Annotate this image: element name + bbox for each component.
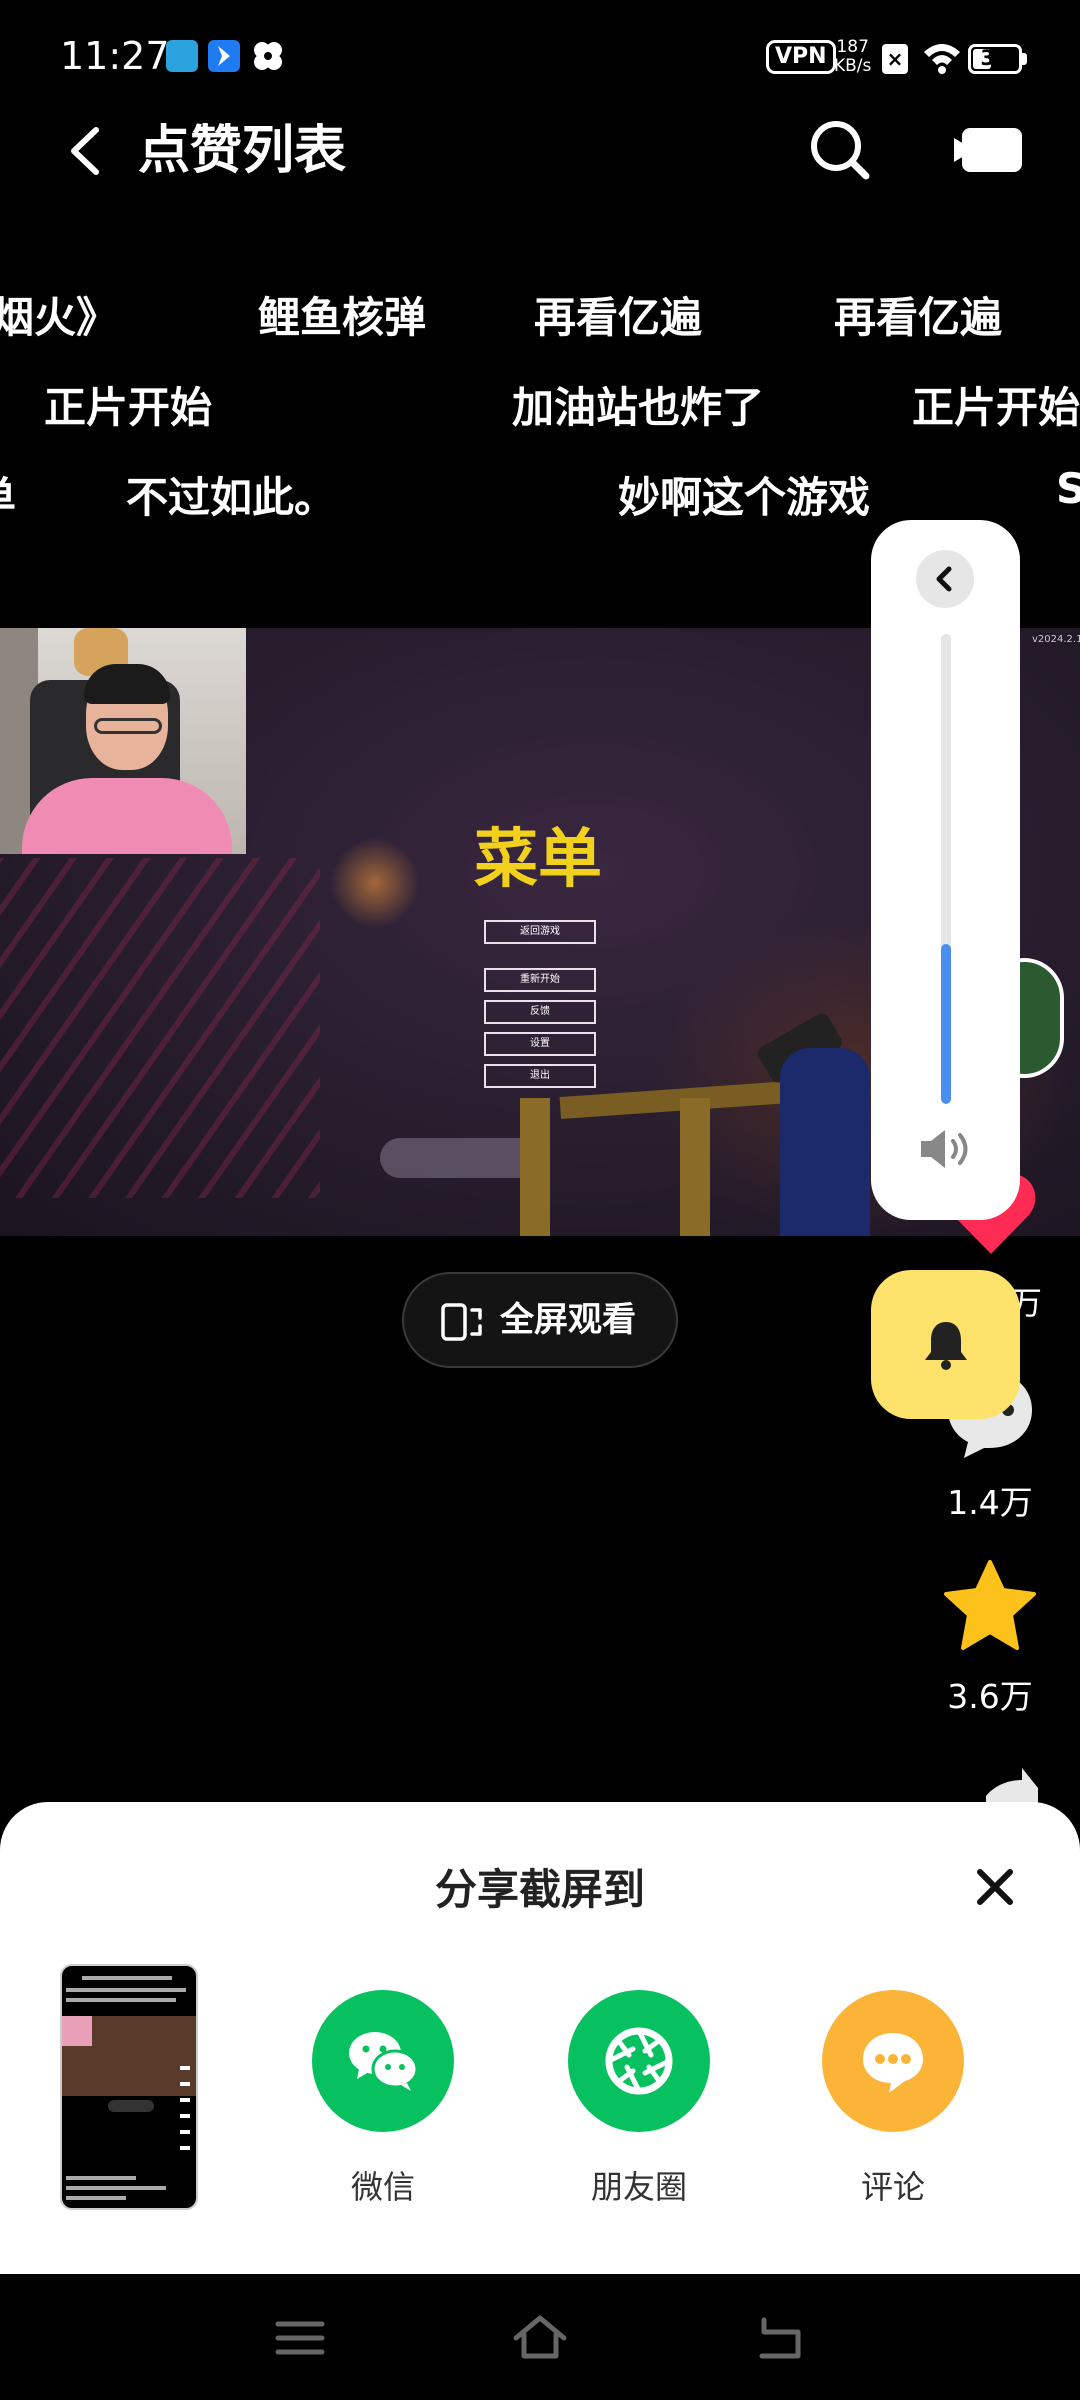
game-menu-button: 反馈 bbox=[484, 1000, 596, 1024]
danmaku-comment: 再看亿遍 bbox=[834, 293, 1003, 342]
danmaku-comment: S bbox=[1056, 464, 1080, 513]
game-version: v2024.2.1 bbox=[1032, 634, 1080, 645]
back-nav-icon[interactable] bbox=[750, 2308, 810, 2368]
webcam-person-hair bbox=[84, 664, 170, 704]
game-menu-button: 返回游戏 bbox=[484, 920, 596, 944]
comment-bubble-icon bbox=[822, 1990, 964, 2132]
speaker-icon[interactable] bbox=[917, 1126, 973, 1176]
scene-post bbox=[680, 1098, 710, 1236]
danmaku-comment: 再看亿遍 bbox=[534, 293, 703, 342]
rotate-screen-icon bbox=[440, 1302, 484, 1346]
wifi-icon bbox=[922, 40, 962, 78]
collapse-volume-button[interactable] bbox=[916, 550, 974, 608]
danmaku-comment: 鲤鱼核弹 bbox=[258, 293, 427, 342]
battery-tip bbox=[1022, 53, 1027, 65]
share-comment-button[interactable]: 评论 bbox=[818, 1986, 968, 2216]
back-button[interactable] bbox=[60, 118, 116, 184]
webcam-glasses bbox=[94, 718, 162, 734]
game-menu-title: 菜单 bbox=[474, 823, 602, 897]
danmaku-comment: 烟火》 bbox=[0, 293, 119, 342]
favorite-star-icon[interactable] bbox=[942, 1560, 1038, 1656]
scene-smoke bbox=[380, 1138, 540, 1178]
share-target-label: 微信 bbox=[350, 2168, 415, 2206]
app-pinwheel-icon bbox=[252, 40, 284, 72]
scene-gas-can bbox=[780, 1048, 870, 1236]
scene-post bbox=[520, 1098, 550, 1236]
volume-slider-fill bbox=[941, 944, 951, 1104]
scene-light bbox=[330, 838, 420, 928]
system-navigation-bar bbox=[0, 2274, 1080, 2400]
search-icon[interactable] bbox=[806, 116, 874, 184]
danmaku-comment: 不过如此。 bbox=[126, 473, 337, 522]
no-sim-icon: × bbox=[882, 44, 908, 74]
danmaku-comment: 加油站也炸了 bbox=[512, 383, 765, 432]
share-wechat-button[interactable]: 微信 bbox=[308, 1986, 458, 2216]
danmaku-comment: 正片开始 bbox=[44, 383, 213, 432]
menu-icon[interactable] bbox=[270, 2308, 330, 2368]
network-speed-unit: KB/s bbox=[834, 56, 872, 76]
status-time: 11:27 bbox=[60, 34, 170, 78]
thumb-line bbox=[66, 2196, 126, 2200]
share-moments-button[interactable]: 朋友圈 bbox=[564, 1986, 714, 2216]
thumb-webcam bbox=[62, 2016, 92, 2046]
favorite-count: 3.6万 bbox=[947, 1677, 1033, 1716]
danmaku-comment: 正片开始 bbox=[912, 383, 1080, 432]
share-target-label: 评论 bbox=[860, 2168, 925, 2206]
close-icon[interactable] bbox=[972, 1864, 1018, 1910]
bilibili-icon bbox=[166, 40, 198, 72]
moments-aperture-icon bbox=[568, 1990, 710, 2132]
danmaku-comment: 妙啊这个游戏 bbox=[618, 473, 871, 522]
network-speed-value: 187 bbox=[836, 37, 869, 57]
bell-icon bbox=[925, 1322, 967, 1370]
battery-percent: 37 bbox=[980, 46, 1010, 70]
page-title: 点赞列表 bbox=[138, 121, 347, 181]
danmaku-comment: 单 bbox=[0, 464, 16, 525]
thumb-fullscreen bbox=[108, 2100, 154, 2112]
game-menu-button: 退出 bbox=[484, 1064, 596, 1088]
thumb-line bbox=[82, 1976, 172, 1980]
thumb-line bbox=[66, 2176, 136, 2180]
app-arrow-icon bbox=[208, 40, 240, 72]
fullscreen-button[interactable]: 全屏观看 bbox=[402, 1272, 678, 1368]
thumb-actions bbox=[180, 2066, 190, 2156]
game-menu-button: 设置 bbox=[484, 1032, 596, 1056]
streamer-webcam bbox=[0, 628, 246, 854]
battery-icon: 37 bbox=[968, 44, 1022, 74]
wechat-icon bbox=[312, 1990, 454, 2132]
sheet-title: 分享截屏到 bbox=[434, 1865, 645, 1914]
share-target-label: 朋友圈 bbox=[590, 2168, 687, 2206]
scene-stripes bbox=[0, 858, 320, 1198]
fullscreen-label: 全屏观看 bbox=[500, 1300, 636, 1340]
status-bar: 11:27 VPN 187 KB/s × 37 bbox=[0, 0, 1080, 118]
thumb-line bbox=[66, 1988, 186, 1992]
video-camera-icon[interactable] bbox=[954, 124, 1024, 176]
webcam-person-body bbox=[22, 778, 232, 854]
share-screenshot-sheet: 分享截屏到 微信 朋友圈 评论 bbox=[0, 1802, 1080, 2274]
thumb-line bbox=[66, 1998, 176, 2002]
screenshot-thumbnail[interactable] bbox=[60, 1964, 198, 2210]
vpn-indicator: VPN bbox=[766, 40, 836, 74]
notification-bell-button[interactable] bbox=[871, 1270, 1020, 1419]
thumb-line bbox=[66, 2186, 166, 2190]
volume-slider[interactable] bbox=[941, 634, 951, 1104]
game-menu-button: 重新开始 bbox=[484, 968, 596, 992]
network-speed: 187 KB/s bbox=[834, 38, 871, 76]
home-icon[interactable] bbox=[510, 2308, 570, 2368]
volume-panel bbox=[871, 520, 1020, 1220]
comment-count: 1.4万 bbox=[947, 1483, 1033, 1522]
